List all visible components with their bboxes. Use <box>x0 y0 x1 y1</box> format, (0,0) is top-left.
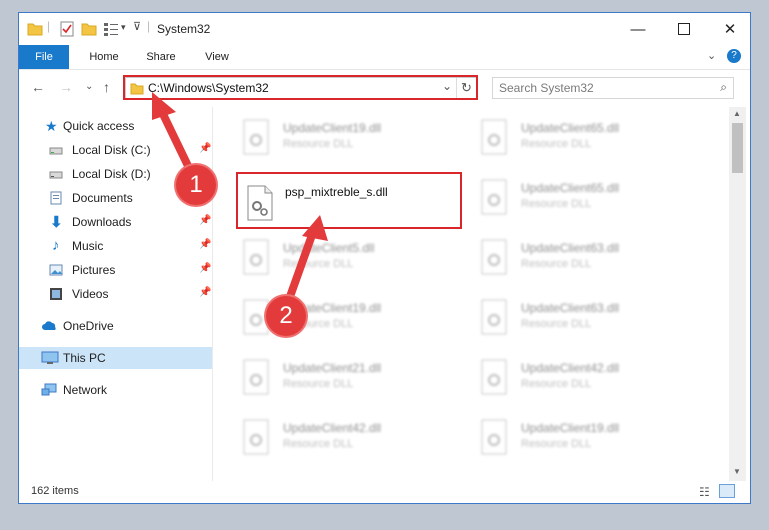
arrow-2-head <box>302 215 328 241</box>
annotation-step-2: 2 <box>266 296 306 336</box>
arrow-2-shaft <box>283 233 316 307</box>
annotation-arrows <box>152 92 328 307</box>
annotation-step-1: 1 <box>176 165 216 205</box>
arrow-1-shaft <box>158 110 194 172</box>
arrow-1-head <box>152 92 176 120</box>
